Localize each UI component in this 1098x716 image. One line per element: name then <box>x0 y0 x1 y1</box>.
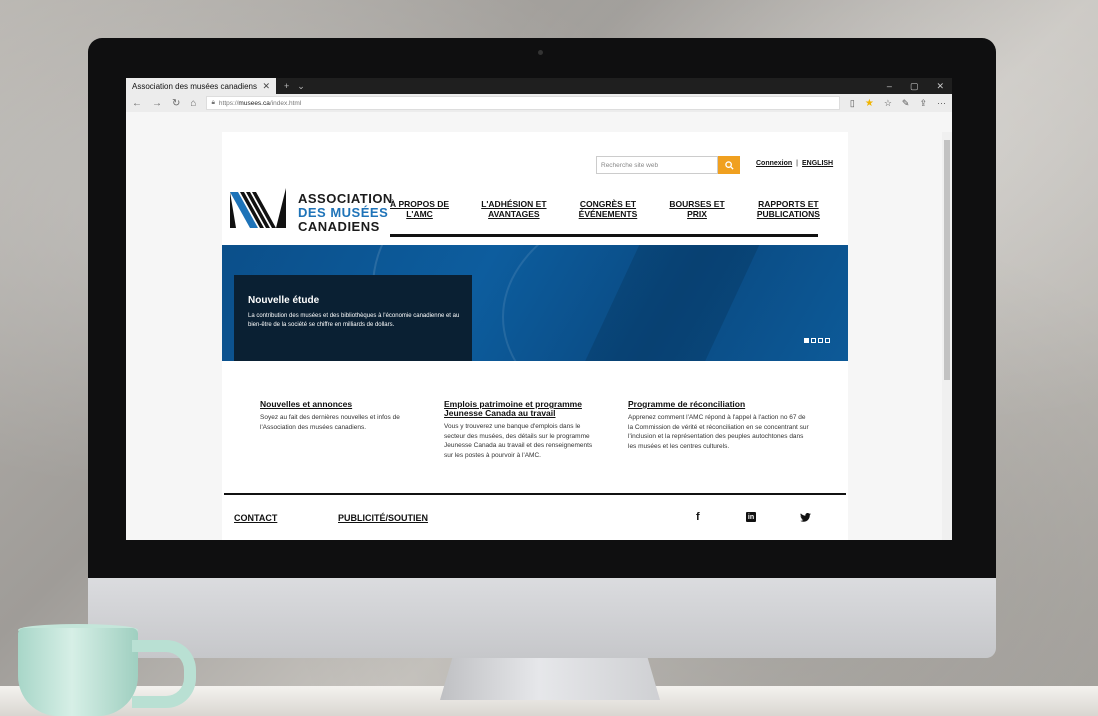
nav-item-line: PUBLICATIONS <box>756 209 820 219</box>
reconciliation-column: Programme de réconciliation Apprenez com… <box>628 400 812 451</box>
language-link[interactable]: ENGLISH <box>802 160 833 167</box>
cma-logo-icon[interactable] <box>230 188 286 232</box>
reconciliation-title-link[interactable]: Programme de réconciliation <box>628 400 812 409</box>
tab-bar: Association des musées canadiens ✕ + ⌄ –… <box>126 78 952 94</box>
reading-view-icon[interactable]: ▯ <box>850 98 855 109</box>
back-icon[interactable]: ← <box>132 98 142 109</box>
nav-item-line: PRIX <box>687 209 707 219</box>
logo-line-2: DES MUSÉES <box>298 205 389 220</box>
tab-list-chevron-icon[interactable]: ⌄ <box>297 81 305 92</box>
window-controls: – ▢ ✕ <box>887 81 952 92</box>
address-bar: ← → ↻ ⌂ 🔒︎ https://musees.ca/index.html … <box>126 94 952 112</box>
window-close-icon[interactable]: ✕ <box>936 81 944 92</box>
advertising-link[interactable]: PUBLICITÉ/SOUTIEN <box>338 513 428 523</box>
jobs-title-link[interactable]: Emplois patrimoine et programme Jeunesse… <box>444 400 594 418</box>
facebook-icon[interactable]: f <box>696 511 700 523</box>
web-page: Recherche site web Connexion | ENGLISH ASS… <box>222 132 848 540</box>
logo-wordmark[interactable]: ASSOCIATION DES MUSÉES CANADIENS <box>298 192 393 234</box>
new-tab-icon[interactable]: + <box>284 81 289 91</box>
url-input[interactable]: 🔒︎ https://musees.ca/index.html <box>206 96 840 110</box>
monitor-chin <box>88 574 996 658</box>
hero-caption[interactable]: Nouvelle étude La contribution des musée… <box>234 275 472 361</box>
scrollbar-thumb[interactable] <box>944 140 950 380</box>
hero-text: La contribution des musées et des biblio… <box>248 313 460 328</box>
jobs-column: Emplois patrimoine et programme Jeunesse… <box>444 400 594 460</box>
favorite-star-icon[interactable]: ★ <box>865 98 874 109</box>
nav-item-line: AVANTAGES <box>488 209 540 219</box>
carousel-dot[interactable] <box>818 338 823 343</box>
pen-icon[interactable]: ✎ <box>902 98 910 109</box>
main-navigation: À PROPOS DE L'AMC L'ADHÉSION ET AVANTAGES … <box>390 199 820 219</box>
nav-item-events[interactable]: CONGRÈS ET ÉVÉNEMENTS <box>579 199 638 219</box>
favorites-list-icon[interactable]: ☆ <box>884 98 892 109</box>
nav-item-line: À PROPOS DE <box>390 199 450 209</box>
search-input[interactable]: Recherche site web <box>596 156 718 174</box>
coffee-mug <box>18 628 138 716</box>
tab-close-icon[interactable]: ✕ <box>262 81 270 92</box>
logo-line-3: CANADIENS <box>298 219 380 234</box>
twitter-icon[interactable] <box>800 513 811 522</box>
jobs-text: Vous y trouverez une banque d'emplois da… <box>444 423 593 459</box>
maximize-icon[interactable]: ▢ <box>910 81 919 92</box>
nav-item-line: RAPPORTS ET <box>758 199 819 209</box>
mug-handle <box>132 640 196 708</box>
nav-item-awards[interactable]: BOURSES ET PRIX <box>669 199 724 219</box>
footer-divider <box>224 493 846 495</box>
lock-icon: 🔒︎ <box>211 99 215 106</box>
logo-line-1: ASSOCIATION <box>298 191 393 206</box>
tab-title: Association des musées canadiens <box>132 81 257 91</box>
nav-item-line: ÉVÉNEMENTS <box>578 209 638 219</box>
share-icon[interactable]: ⇪ <box>919 98 927 109</box>
url-path: /index.html <box>269 99 302 107</box>
nav-item-reports[interactable]: RAPPORTS ET PUBLICATIONS <box>757 199 820 219</box>
reconciliation-text: Apprenez comment l'AMC répond à l'appel … <box>628 414 809 450</box>
hero-carousel[interactable]: Nouvelle étude La contribution des musée… <box>222 245 848 361</box>
carousel-dot[interactable] <box>825 338 830 343</box>
news-column: Nouvelles et annonces Soyez au fait des … <box>260 400 410 432</box>
more-icon[interactable]: ··· <box>937 98 946 108</box>
nav-item-about[interactable]: À PROPOS DE L'AMC <box>390 199 449 219</box>
nav-item-line: BOURSES ET <box>669 199 725 209</box>
nav-item-membership[interactable]: L'ADHÉSION ET AVANTAGES <box>481 199 546 219</box>
nav-item-line: L'AMC <box>406 209 433 219</box>
minimize-icon[interactable]: – <box>887 81 892 92</box>
url-prefix: https:// <box>218 99 239 107</box>
search-icon <box>724 160 734 170</box>
hero-title: Nouvelle étude <box>248 295 320 306</box>
linkedin-icon[interactable]: in <box>746 512 756 522</box>
news-text: Soyez au fait des dernières nouvelles et… <box>260 414 400 431</box>
search-button[interactable] <box>718 156 740 174</box>
browser-window: Association des musées canadiens ✕ + ⌄ –… <box>126 78 952 540</box>
nav-item-line: L'ADHÉSION ET <box>481 199 547 209</box>
page-scrollbar[interactable] <box>942 132 952 540</box>
home-icon[interactable]: ⌂ <box>190 98 196 109</box>
carousel-indicators <box>804 338 830 343</box>
forward-icon[interactable]: → <box>152 98 162 109</box>
news-title-link[interactable]: Nouvelles et annonces <box>260 400 410 409</box>
browser-tab[interactable]: Association des musées canadiens ✕ <box>126 78 276 94</box>
camera-dot <box>538 50 543 55</box>
link-separator: | <box>796 160 798 167</box>
refresh-icon[interactable]: ↻ <box>172 98 180 109</box>
nav-divider <box>390 234 818 237</box>
nav-item-line: CONGRÈS ET <box>579 199 637 209</box>
contact-link[interactable]: CONTACT <box>234 513 277 523</box>
url-domain: musees.ca <box>238 99 270 107</box>
top-links: Connexion | ENGLISH <box>756 160 833 167</box>
login-link[interactable]: Connexion <box>756 160 792 167</box>
carousel-dot[interactable] <box>804 338 809 343</box>
carousel-dot[interactable] <box>811 338 816 343</box>
